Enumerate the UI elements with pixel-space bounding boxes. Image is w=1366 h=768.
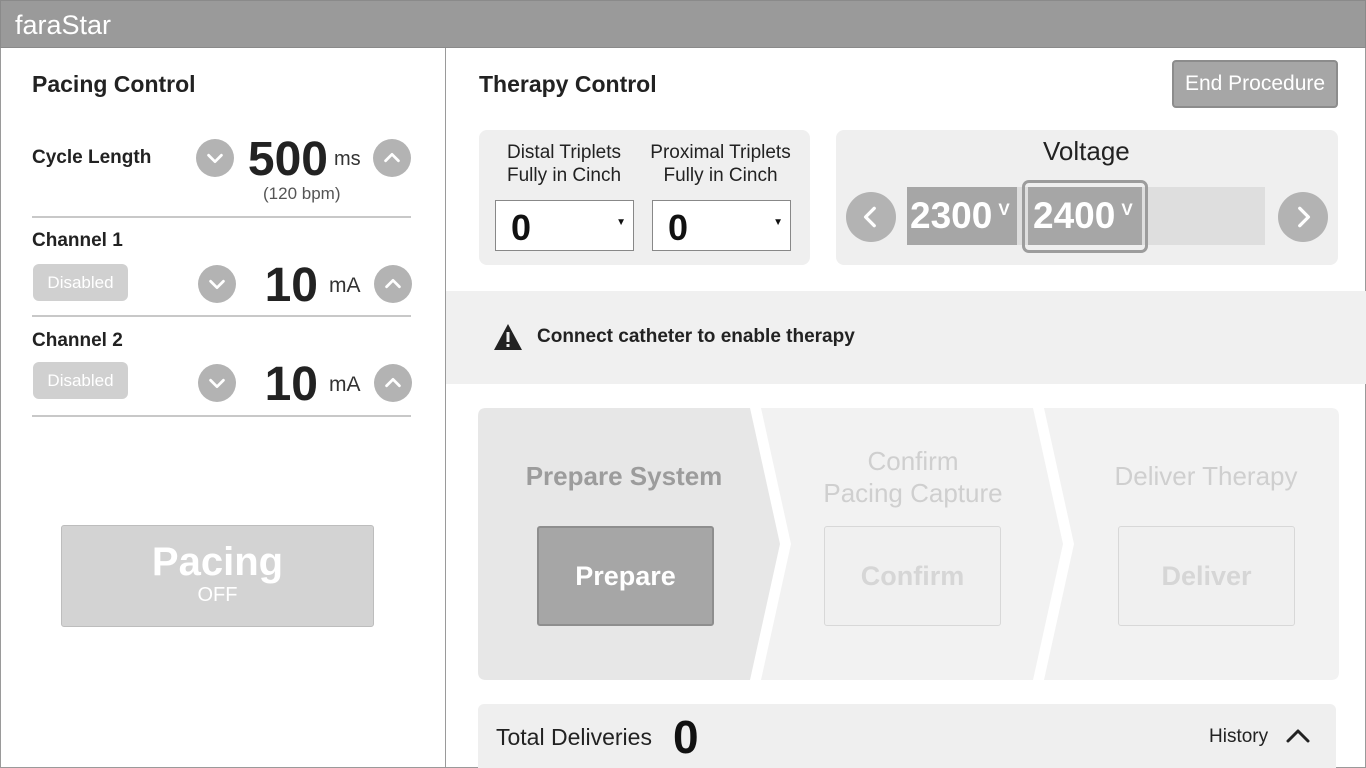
channel-2-status-badge[interactable]: Disabled <box>33 362 128 399</box>
cycle-length-unit: ms <box>334 148 361 170</box>
channel-1-status-badge[interactable]: Disabled <box>33 264 128 301</box>
chevron-down-icon <box>209 279 225 290</box>
therapy-control-title: Therapy Control <box>479 71 657 97</box>
warning-banner: Connect catheter to enable therapy <box>446 291 1366 384</box>
step-deliver-title: Deliver Therapy <box>1114 461 1298 491</box>
therapy-control-panel: Therapy Control End Procedure Distal Tri… <box>446 48 1366 768</box>
total-deliveries-value: 0 <box>673 711 699 763</box>
dropdown-caret-icon: ▼ <box>773 217 783 228</box>
step-confirm-title: Confirm Pacing Capture <box>778 445 1048 509</box>
pacing-toggle-button[interactable]: Pacing OFF <box>61 525 374 627</box>
chevron-down-icon <box>207 153 223 164</box>
cycle-length-bpm: (120 bpm) <box>263 184 341 203</box>
warning-triangle-icon <box>494 324 522 350</box>
proximal-triplets-label-line1: Proximal Triplets <box>650 142 791 163</box>
channel-2-increment-button[interactable] <box>374 364 412 402</box>
app-title: faraStar <box>15 10 112 40</box>
voltage-selection-highlight <box>1022 180 1148 253</box>
confirm-button[interactable]: Confirm <box>824 526 1001 626</box>
title-bar: faraStar <box>0 0 1366 48</box>
warning-text: Connect catheter to enable therapy <box>537 326 855 347</box>
cycle-length-value: 500 <box>247 133 328 186</box>
history-toggle-label[interactable]: History <box>1209 726 1268 748</box>
pacing-button-title: Pacing <box>151 540 284 584</box>
therapy-steps: Prepare System Prepare Confirm Pacing Ca… <box>478 408 1339 680</box>
distal-triplets-label-line2: Fully in Cinch <box>506 165 622 186</box>
step-prepare-title: Prepare System <box>525 461 723 491</box>
deliver-button[interactable]: Deliver <box>1118 526 1295 626</box>
channel-2-value: 10 <box>264 358 318 411</box>
channel-1-unit: mA <box>329 274 361 297</box>
distal-triplets-label: Distal Triplets Fully in Cinch <box>486 141 642 187</box>
voltage-option-value: 2300 <box>910 195 993 236</box>
channel-1-decrement-button[interactable] <box>198 265 236 303</box>
cycle-length-increment-button[interactable] <box>373 139 411 177</box>
dropdown-caret-icon: ▼ <box>616 217 626 228</box>
proximal-triplets-select[interactable]: 0 ▼ <box>652 200 791 251</box>
distal-triplets-label-line1: Distal Triplets <box>506 142 622 163</box>
step-confirm-title-line1: Confirm <box>867 446 959 476</box>
cycle-length-label: Cycle Length <box>32 147 152 168</box>
voltage-next-button[interactable] <box>1278 192 1328 242</box>
pacing-control-title: Pacing Control <box>32 71 196 97</box>
total-deliveries-label: Total Deliveries <box>496 724 652 750</box>
chevron-up-icon <box>385 377 401 388</box>
distal-triplets-value: 0 <box>511 207 532 248</box>
voltage-prev-button[interactable] <box>846 192 896 242</box>
end-procedure-button[interactable]: End Procedure <box>1172 60 1338 108</box>
voltage-title: Voltage <box>1043 136 1130 166</box>
voltage-option-unit: V <box>998 200 1010 219</box>
cycle-length-decrement-button[interactable] <box>196 139 234 177</box>
proximal-triplets-label: Proximal Triplets Fully in Cinch <box>642 141 799 187</box>
pacing-control-panel: Pacing Control Cycle Length 500 ms (120 … <box>0 48 445 768</box>
pacing-button-state: OFF <box>197 584 238 606</box>
proximal-triplets-value: 0 <box>668 207 689 248</box>
step-confirm-title-line2: Pacing Capture <box>823 478 1003 508</box>
chevron-down-icon <box>209 378 225 389</box>
divider <box>32 216 411 218</box>
divider <box>32 415 411 417</box>
divider <box>32 315 411 317</box>
channel-1-value: 10 <box>264 259 318 312</box>
chevron-up-icon <box>384 152 400 163</box>
distal-triplets-select[interactable]: 0 ▼ <box>495 200 634 251</box>
chevron-up-icon <box>385 278 401 289</box>
chevron-up-icon[interactable] <box>1284 724 1312 748</box>
channel-2-decrement-button[interactable] <box>198 364 236 402</box>
channel-2-unit: mA <box>329 373 361 396</box>
chevron-right-icon <box>1298 206 1311 228</box>
channel-2-label: Channel 2 <box>32 330 123 351</box>
voltage-option-2300[interactable]: 2300 V <box>907 187 1017 245</box>
proximal-triplets-label-line2: Fully in Cinch <box>663 165 778 186</box>
prepare-button[interactable]: Prepare <box>537 526 714 626</box>
total-deliveries-bar: Total Deliveries 0 History <box>478 704 1336 768</box>
channel-1-label: Channel 1 <box>32 230 123 251</box>
chevron-left-icon <box>863 206 876 228</box>
channel-1-increment-button[interactable] <box>374 265 412 303</box>
